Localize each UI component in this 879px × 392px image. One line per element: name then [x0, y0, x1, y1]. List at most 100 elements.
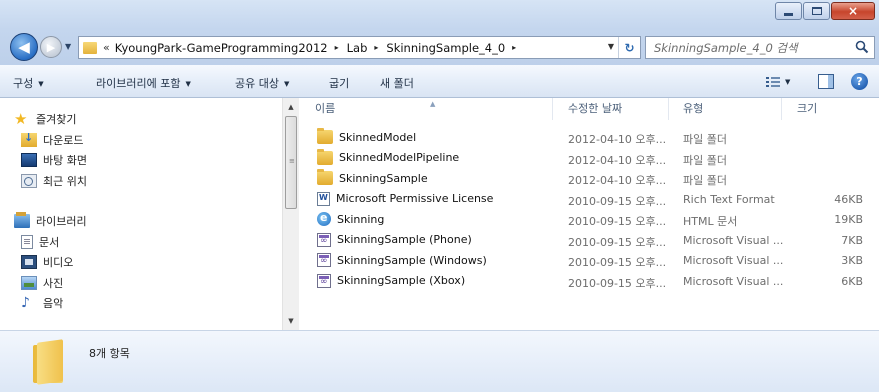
- file-name: SkinningSample: [317, 169, 428, 185]
- recent-places-icon: [21, 174, 37, 188]
- nav-libraries[interactable]: 라이브러리: [14, 212, 87, 229]
- file-date: 2012-04-10 오후...: [568, 174, 667, 187]
- file-size: 6KB: [841, 274, 863, 288]
- file-date: 2010-09-15 오후...: [568, 256, 667, 269]
- burn-button[interactable]: 굽기: [329, 75, 349, 91]
- file-list: 이름 ▲ 수정한 날짜 유형 크기 SkinnedModel 2012-04-10…: [299, 98, 879, 330]
- star-icon: ★: [14, 110, 28, 128]
- music-icon: ♪: [21, 295, 30, 311]
- nav-pictures-label: 사진: [43, 277, 64, 290]
- details-pane: 8개 항목: [0, 330, 879, 392]
- forward-button[interactable]: ▶: [40, 36, 62, 58]
- file-name-label: SkinningSample (Phone): [337, 233, 472, 246]
- sort-ascending-icon: ▲: [430, 100, 436, 108]
- file-row[interactable]: SkinningSample (Xbox) 2010-09-15 오후... Mic…: [299, 271, 879, 291]
- file-row[interactable]: SkinningSample (Windows) 2010-09-15 오후...…: [299, 250, 879, 270]
- file-date: 2010-09-15 오후...: [568, 235, 667, 249]
- file-name: Microsoft Permissive License: [317, 191, 493, 206]
- search-icon[interactable]: [855, 40, 869, 54]
- grip-icon: ≡: [289, 157, 295, 165]
- refresh-icon: ↻: [624, 40, 635, 55]
- search-placeholder: SkinningSample_4_0 검색: [654, 40, 798, 55]
- folder-icon: [83, 41, 97, 54]
- scrollbar-thumb[interactable]: ≡: [285, 116, 297, 209]
- include-in-library-button[interactable]: 라이브러리에 포함 ▼: [96, 75, 191, 91]
- organize-button[interactable]: 구성 ▼: [13, 75, 44, 91]
- nav-videos-label: 비디오: [43, 256, 74, 269]
- back-button[interactable]: ◀: [10, 33, 38, 61]
- column-header-type[interactable]: 유형: [669, 98, 782, 120]
- arrow-right-icon: ▶: [46, 40, 56, 54]
- file-type: 파일 폴더: [683, 133, 727, 146]
- nav-recent-label: 최근 위치: [43, 175, 87, 188]
- breadcrumb-item-root[interactable]: KyoungPark-GameProgramming2012: [115, 41, 328, 55]
- file-name-label: SkinnedModelPipeline: [339, 151, 460, 164]
- file-name: SkinningSample (Xbox): [317, 273, 465, 288]
- preview-pane-icon[interactable]: [818, 74, 834, 89]
- new-folder-button[interactable]: 새 폴더: [380, 75, 414, 91]
- arrow-left-icon: ◀: [18, 38, 30, 56]
- hidden-path-chevron[interactable]: «: [103, 41, 110, 54]
- nav-videos[interactable]: 비디오: [21, 254, 73, 270]
- recent-pages-dropdown[interactable]: ▼: [65, 42, 71, 51]
- nav-recent-places[interactable]: 최근 위치: [21, 173, 87, 189]
- documents-icon: [21, 235, 33, 249]
- breadcrumb-separator-icon[interactable]: ▸: [512, 43, 516, 52]
- share-with-button[interactable]: 공유 대상 ▼: [235, 75, 289, 91]
- help-icon[interactable]: ?: [851, 73, 868, 90]
- file-size: 19KB: [834, 213, 863, 226]
- nav-music[interactable]: ♪ 음악: [21, 295, 63, 311]
- address-bar[interactable]: « KyoungPark-GameProgramming2012 ▸ Lab ▸…: [78, 36, 641, 59]
- column-header-name[interactable]: 이름: [299, 98, 553, 120]
- file-name: Skinning: [317, 211, 384, 226]
- rtf-document-icon: [317, 191, 330, 206]
- navigation-scrollbar[interactable]: ▲ ≡ ▼: [282, 98, 299, 330]
- close-button[interactable]: ×: [831, 2, 875, 20]
- visual-studio-project-icon: [317, 273, 331, 288]
- nav-music-label: 음악: [43, 297, 64, 310]
- share-with-label: 공유 대상: [235, 77, 279, 90]
- refresh-button[interactable]: ↻: [618, 37, 640, 58]
- nav-favorites[interactable]: ★ 즐겨찾기: [14, 111, 76, 127]
- file-row[interactable]: SkinnedModel 2012-04-10 오후... 파일 폴더: [299, 127, 879, 147]
- videos-icon: [21, 255, 37, 269]
- nav-downloads[interactable]: 다운로드: [21, 131, 84, 148]
- search-box[interactable]: SkinningSample_4_0 검색: [645, 36, 875, 59]
- nav-downloads-label: 다운로드: [43, 134, 84, 147]
- file-row[interactable]: SkinnedModelPipeline 2012-04-10 오후... 파일 폴…: [299, 148, 879, 168]
- view-options-icon[interactable]: [766, 76, 780, 88]
- file-row[interactable]: Skinning 2010-09-15 오후... HTML 문서 19KB: [299, 209, 879, 229]
- file-type: 파일 폴더: [683, 153, 727, 167]
- nav-favorites-label: 즐겨찾기: [36, 113, 77, 126]
- file-date: 2010-09-15 오후...: [568, 194, 667, 208]
- column-header-date[interactable]: 수정한 날짜: [553, 98, 669, 120]
- file-row[interactable]: Microsoft Permissive License 2010-09-15 오…: [299, 189, 879, 209]
- breadcrumb-separator-icon[interactable]: ▸: [335, 43, 339, 52]
- file-row[interactable]: SkinningSample 2012-04-10 오후... 파일 폴더: [299, 168, 879, 188]
- desktop-icon: [21, 153, 37, 167]
- nav-pictures[interactable]: 사진: [21, 275, 63, 291]
- file-row[interactable]: SkinningSample (Phone) 2010-09-15 오후... Mi…: [299, 230, 879, 250]
- address-dropdown-icon[interactable]: ▼: [608, 42, 614, 51]
- breadcrumb-separator-icon[interactable]: ▸: [374, 43, 378, 52]
- maximize-button[interactable]: [803, 2, 830, 20]
- breadcrumb-item-current[interactable]: SkinningSample_4_0: [386, 41, 505, 55]
- close-icon: ×: [847, 4, 859, 18]
- file-name-label: SkinnedModel: [339, 130, 417, 144]
- scroll-down-icon[interactable]: ▼: [283, 314, 299, 328]
- view-dropdown-icon[interactable]: ▼: [785, 78, 790, 86]
- minimize-icon: [784, 12, 793, 16]
- folder-icon: [317, 148, 333, 165]
- file-type: Rich Text Format: [683, 192, 775, 206]
- minimize-button[interactable]: [775, 2, 802, 20]
- visual-studio-project-icon: [317, 253, 331, 267]
- file-date: 2010-09-15 오후...: [568, 215, 667, 228]
- column-header-size[interactable]: 크기: [782, 98, 879, 120]
- nav-desktop[interactable]: 바탕 화면: [21, 152, 87, 168]
- file-date: 2010-09-15 오후...: [568, 276, 667, 290]
- file-type: HTML 문서: [683, 215, 738, 228]
- breadcrumb-item-lab[interactable]: Lab: [347, 41, 368, 55]
- scroll-up-icon[interactable]: ▲: [283, 100, 299, 114]
- nav-documents[interactable]: 문서: [21, 234, 59, 250]
- breadcrumb: KyoungPark-GameProgramming2012 ▸ Lab ▸ S…: [115, 41, 524, 55]
